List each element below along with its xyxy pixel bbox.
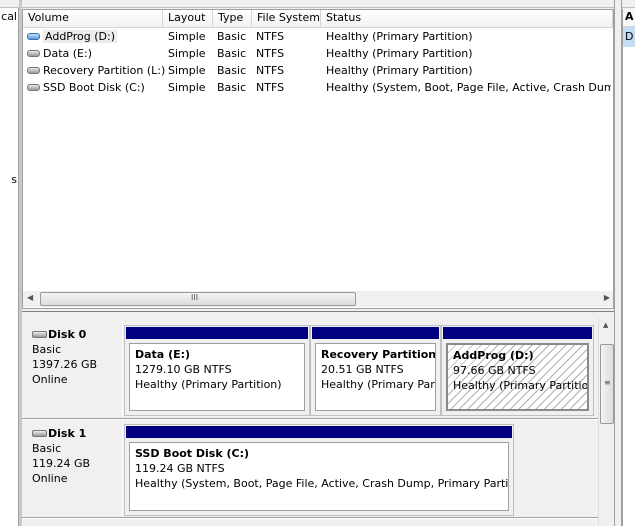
disk-label[interactable]: Disk 0 Basic 1397.26 GB Online bbox=[22, 321, 123, 416]
partition-bar bbox=[312, 327, 439, 339]
volume-name: AddProg (D:) bbox=[43, 30, 117, 43]
disk-name: Disk 0 bbox=[32, 327, 122, 342]
partition-bar bbox=[126, 426, 512, 438]
disk-icon bbox=[32, 430, 47, 437]
volume-icon bbox=[27, 66, 40, 74]
partition-info: Data (E:) 1279.10 GB NTFS Healthy (Prima… bbox=[129, 343, 305, 411]
partition-size: 1279.10 GB NTFS bbox=[135, 363, 232, 376]
volume-name: Data (E:) bbox=[43, 47, 93, 60]
scroll-thumb[interactable]: ≡ bbox=[600, 344, 614, 424]
partition-info: AddProg (D:) 97.66 GB NTFS Healthy (Prim… bbox=[446, 343, 589, 411]
cell-fs: NTFS bbox=[256, 30, 285, 43]
partition-size: 119.24 GB NTFS bbox=[135, 462, 225, 475]
partition-name: SSD Boot Disk (C:) bbox=[135, 447, 250, 460]
disk-label[interactable]: Disk 1 Basic 119.24 GB Online bbox=[22, 420, 123, 515]
volume-name: SSD Boot Disk (C:) bbox=[43, 81, 145, 94]
actions-item[interactable]: D bbox=[623, 27, 635, 47]
volume-row[interactable]: Recovery Partition (L:) Simple Basic NTFS He… bbox=[23, 63, 613, 80]
partition[interactable]: Data (E:) 1279.10 GB NTFS Healthy (Prima… bbox=[124, 325, 310, 416]
column-header-type[interactable]: Type bbox=[213, 10, 252, 28]
partition-name: AddProg (D:) bbox=[453, 349, 534, 362]
partition-info: Recovery Partition (L:) 20.51 GB NTFS He… bbox=[315, 343, 436, 411]
disk-name: Disk 1 bbox=[32, 426, 122, 441]
top-bar bbox=[0, 0, 635, 8]
partition-name: Recovery Partition (L:) bbox=[321, 348, 436, 361]
console-tree-pane: cal s bbox=[0, 8, 19, 526]
vertical-scrollbar[interactable]: ▲ ≡ bbox=[598, 318, 614, 526]
column-header-layout[interactable]: Layout bbox=[163, 10, 213, 28]
scroll-right-arrow-icon[interactable]: ▶ bbox=[604, 293, 610, 302]
partition[interactable]: SSD Boot Disk (C:) 119.24 GB NTFS Health… bbox=[124, 424, 514, 516]
partition-status: Healthy (Primary Partition) bbox=[453, 379, 589, 392]
cell-type: Basic bbox=[217, 47, 247, 60]
column-header-file-system[interactable]: File System bbox=[252, 10, 321, 28]
cell-status: Healthy (Primary Partition) bbox=[326, 47, 473, 60]
volume-row[interactable]: SSD Boot Disk (C:) Simple Basic NTFS Healthy… bbox=[23, 80, 613, 97]
partition-status: Healthy (System, Boot, Page File, Active… bbox=[135, 477, 509, 490]
tree-item-text[interactable]: s bbox=[11, 173, 17, 186]
scroll-up-arrow-icon[interactable]: ▲ bbox=[603, 321, 608, 329]
cell-status: Healthy (Primary Partition) bbox=[326, 64, 473, 77]
pane-splitter[interactable] bbox=[614, 0, 622, 526]
disk-state: Online bbox=[32, 472, 68, 485]
partition-name: Data (E:) bbox=[135, 348, 191, 361]
partition-bar bbox=[443, 327, 592, 339]
scroll-thumb[interactable]: III bbox=[40, 292, 356, 306]
partition-size: 20.51 GB NTFS bbox=[321, 363, 404, 376]
partition-bar bbox=[126, 327, 308, 339]
cell-volume: Recovery Partition (L:) bbox=[27, 64, 165, 77]
volume-list: Volume Layout Type File System Status Ad… bbox=[22, 9, 614, 309]
disk-graph-view: Disk 0 Basic 1397.26 GB Online Data (E:)… bbox=[22, 316, 598, 526]
partition-status: Healthy (Primary Partition) bbox=[321, 378, 435, 391]
column-header-status[interactable]: Status bbox=[321, 10, 613, 28]
partition-status: Healthy (Primary Partition) bbox=[135, 378, 282, 391]
disk-separator bbox=[22, 517, 598, 519]
volume-name: Recovery Partition (L:) bbox=[43, 64, 166, 77]
disk-type: Basic bbox=[32, 442, 62, 455]
cell-type: Basic bbox=[217, 81, 247, 94]
horizontal-scrollbar[interactable]: ◀ III ▶ bbox=[23, 291, 613, 307]
disk-type: Basic bbox=[32, 343, 62, 356]
cell-layout: Simple bbox=[168, 30, 206, 43]
cell-volume: Data (E:) bbox=[27, 47, 92, 60]
cell-type: Basic bbox=[217, 64, 247, 77]
grip-icon: ≡ bbox=[604, 378, 611, 387]
partition-size: 97.66 GB NTFS bbox=[453, 364, 536, 377]
cell-fs: NTFS bbox=[256, 81, 285, 94]
volume-icon bbox=[27, 49, 40, 57]
partition-info: SSD Boot Disk (C:) 119.24 GB NTFS Health… bbox=[129, 442, 509, 511]
partition[interactable]: Recovery Partition (L:) 20.51 GB NTFS He… bbox=[310, 325, 441, 416]
scroll-left-arrow-icon[interactable]: ◀ bbox=[27, 293, 33, 302]
cell-volume: SSD Boot Disk (C:) bbox=[27, 81, 145, 94]
disk-icon bbox=[32, 331, 47, 338]
disk-size: 119.24 GB bbox=[32, 457, 91, 470]
cell-status: Healthy (Primary Partition) bbox=[326, 30, 473, 43]
volume-icon bbox=[27, 83, 40, 91]
column-header-volume[interactable]: Volume bbox=[23, 10, 163, 28]
volume-row[interactable]: Data (E:) Simple Basic NTFS Healthy (Primary… bbox=[23, 46, 613, 63]
cell-type: Basic bbox=[217, 30, 247, 43]
tree-item-text[interactable]: cal bbox=[1, 10, 17, 23]
disk-size: 1397.26 GB bbox=[32, 358, 98, 371]
cell-volume: AddProg (D:) bbox=[27, 30, 117, 43]
actions-header: A bbox=[623, 9, 635, 27]
cell-layout: Simple bbox=[168, 64, 206, 77]
grip-icon: III bbox=[191, 293, 199, 302]
cell-status: Healthy (System, Boot, Page File, Active… bbox=[326, 81, 611, 94]
cell-layout: Simple bbox=[168, 81, 206, 94]
cell-layout: Simple bbox=[168, 47, 206, 60]
cell-fs: NTFS bbox=[256, 64, 285, 77]
volume-icon bbox=[27, 32, 40, 40]
partition[interactable]: AddProg (D:) 97.66 GB NTFS Healthy (Prim… bbox=[441, 325, 594, 416]
actions-pane: A D bbox=[622, 9, 635, 526]
cell-fs: NTFS bbox=[256, 47, 285, 60]
volume-row[interactable]: AddProg (D:) Simple Basic NTFS Healthy (Prim… bbox=[23, 29, 613, 46]
disk-state: Online bbox=[32, 373, 68, 386]
